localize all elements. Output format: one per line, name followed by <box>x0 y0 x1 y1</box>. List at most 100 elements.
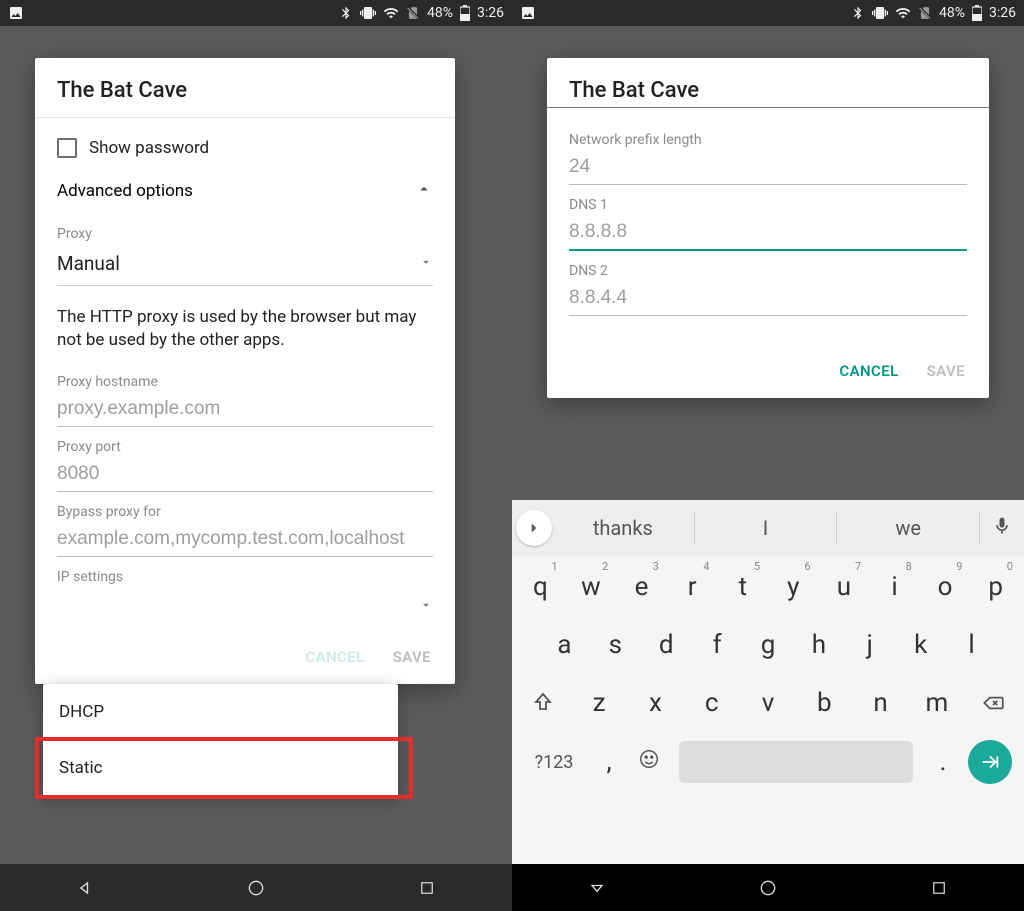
dialog-actions: CANCEL SAVE <box>35 636 455 684</box>
enter-key[interactable] <box>968 740 1012 784</box>
suggestion-bar: thanks I we <box>512 500 1024 556</box>
keyboard-row-1: q1 w2 e3 r4 t5 y6 u7 i8 o9 p0 <box>515 566 1021 608</box>
nav-bar <box>0 864 512 911</box>
emoji-key[interactable] <box>629 741 669 783</box>
proxy-select[interactable]: Manual <box>57 242 433 286</box>
nav-back-button[interactable] <box>55 878 115 898</box>
proxy-info-text: The HTTP proxy is used by the browser bu… <box>57 286 433 362</box>
cancel-button[interactable]: CANCEL <box>305 648 364 666</box>
key-l[interactable]: l <box>946 624 997 666</box>
dns2-input[interactable] <box>569 279 967 316</box>
key-k[interactable]: k <box>895 624 946 666</box>
port-label: Proxy port <box>57 439 433 455</box>
wifi-dialog: The Bat Cave Network prefix length DNS 1… <box>547 58 989 398</box>
vibrate-icon <box>872 5 888 21</box>
hostname-label: Proxy hostname <box>57 374 433 390</box>
key-v[interactable]: v <box>740 682 796 724</box>
key-m[interactable]: m <box>909 682 965 724</box>
nav-recent-button[interactable] <box>909 879 969 897</box>
battery-text: 48% <box>939 5 965 21</box>
key-d[interactable]: d <box>641 624 692 666</box>
key-w[interactable]: w2 <box>566 566 617 608</box>
key-x[interactable]: x <box>627 682 683 724</box>
ip-settings-select[interactable]: DHCP <box>57 585 433 628</box>
port-input[interactable] <box>57 455 433 492</box>
key-b[interactable]: b <box>796 682 852 724</box>
show-password-label: Show password <box>89 138 209 158</box>
key-n[interactable]: n <box>852 682 908 724</box>
prefix-input[interactable] <box>569 148 967 185</box>
keyboard-row-4: ?123 , . <box>515 740 1021 784</box>
key-p[interactable]: p0 <box>970 566 1021 608</box>
key-a[interactable]: a <box>539 624 590 666</box>
battery-icon <box>460 5 470 21</box>
wifi-icon <box>895 5 911 21</box>
space-key[interactable] <box>679 741 913 783</box>
key-i[interactable]: i8 <box>869 566 920 608</box>
key-y[interactable]: y6 <box>768 566 819 608</box>
wifi-icon <box>383 5 399 21</box>
key-z[interactable]: z <box>571 682 627 724</box>
time-text: 3:26 <box>477 5 504 21</box>
hostname-input[interactable] <box>57 390 433 427</box>
bluetooth-icon <box>339 6 353 20</box>
key-u[interactable]: u7 <box>819 566 870 608</box>
dialog-title: The Bat Cave <box>35 58 455 118</box>
nav-recent-button[interactable] <box>397 879 457 897</box>
status-bar: 48% 3:26 <box>0 0 512 26</box>
nav-back-button[interactable] <box>567 878 627 898</box>
backspace-key[interactable] <box>965 682 1021 724</box>
expand-suggestions-button[interactable] <box>516 510 552 546</box>
dialog-actions: CANCEL SAVE <box>547 324 989 398</box>
nav-home-button[interactable] <box>738 878 798 898</box>
key-c[interactable]: c <box>684 682 740 724</box>
screenshot-icon <box>520 5 536 21</box>
dropdown-icon <box>419 254 433 273</box>
dialog-title: The Bat Cave <box>547 58 989 108</box>
key-j[interactable]: j <box>844 624 895 666</box>
cancel-button[interactable]: CANCEL <box>839 362 898 380</box>
ip-dropdown-menu: DHCP Static <box>43 684 398 796</box>
dropdown-item-dhcp[interactable]: DHCP <box>43 684 398 740</box>
battery-icon <box>972 5 982 21</box>
key-o[interactable]: o9 <box>920 566 971 608</box>
ip-settings-label: IP settings <box>57 569 433 585</box>
suggestion-1[interactable]: thanks <box>552 512 695 544</box>
mic-icon[interactable] <box>980 516 1024 540</box>
phone-right: 48% 3:26 The Bat Cave Network prefix len… <box>512 0 1024 911</box>
dropdown-item-static[interactable]: Static <box>43 740 398 796</box>
status-bar: 48% 3:26 <box>512 0 1024 26</box>
key-h[interactable]: h <box>793 624 844 666</box>
nav-home-button[interactable] <box>226 878 286 898</box>
save-button[interactable]: SAVE <box>927 362 965 380</box>
screenshot-icon <box>8 5 24 21</box>
advanced-options-label: Advanced options <box>57 181 193 201</box>
key-g[interactable]: g <box>743 624 794 666</box>
no-sim-icon <box>406 6 420 20</box>
no-sim-icon <box>918 6 932 20</box>
bypass-label: Bypass proxy for <box>57 504 433 520</box>
key-e[interactable]: e3 <box>616 566 667 608</box>
comma-key[interactable]: , <box>589 741 629 783</box>
show-password-checkbox[interactable] <box>57 138 77 158</box>
keyboard-row-2: a s d f g h j k l <box>515 624 1021 666</box>
key-t[interactable]: t5 <box>717 566 768 608</box>
key-s[interactable]: s <box>590 624 641 666</box>
bypass-input[interactable] <box>57 520 433 557</box>
keyboard-row-3: z x c v b n m <box>515 682 1021 724</box>
save-button[interactable]: SAVE <box>393 648 431 666</box>
period-key[interactable]: . <box>923 741 963 783</box>
time-text: 3:26 <box>989 5 1016 21</box>
shift-key[interactable] <box>515 682 571 724</box>
symbols-key[interactable]: ?123 <box>519 741 589 783</box>
key-q[interactable]: q1 <box>515 566 566 608</box>
prefix-label: Network prefix length <box>569 132 967 148</box>
dns1-input[interactable] <box>569 213 967 251</box>
chevron-up-icon <box>415 180 433 202</box>
suggestion-2[interactable]: I <box>695 512 838 544</box>
key-r[interactable]: r4 <box>667 566 718 608</box>
suggestion-3[interactable]: we <box>837 512 980 544</box>
key-f[interactable]: f <box>692 624 743 666</box>
show-password-row[interactable]: Show password <box>57 124 433 168</box>
advanced-options-row[interactable]: Advanced options <box>57 168 433 214</box>
